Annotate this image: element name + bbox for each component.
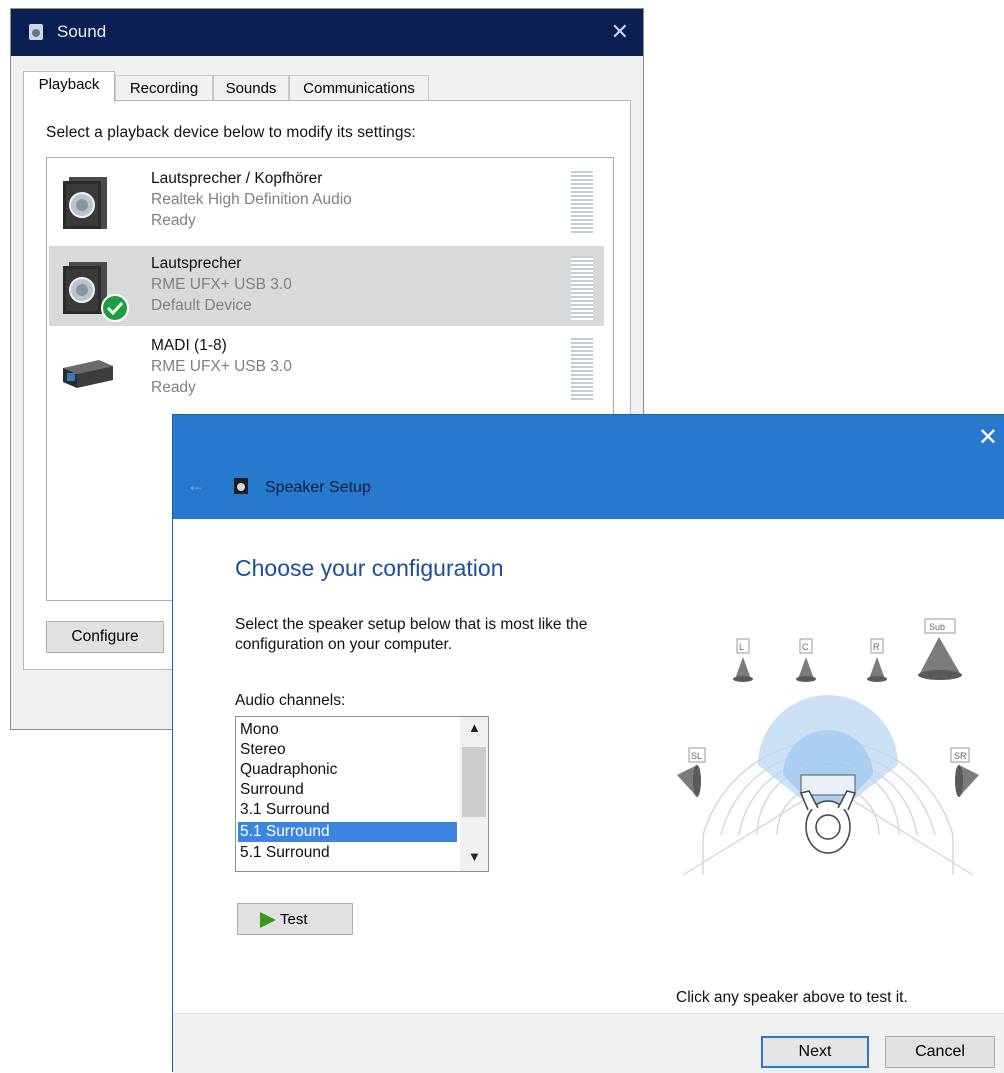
close-icon[interactable]: ✕: [611, 20, 629, 44]
list-item[interactable]: 5.1 Surround: [238, 843, 457, 863]
speaker-sr-label: SR: [954, 751, 967, 761]
device-row[interactable]: Lautsprecher RME UFX+ USB 3.0 Default De…: [49, 246, 604, 326]
tab-recording[interactable]: Recording: [115, 75, 213, 101]
speaker-diagram: L C R Sub SL SR: [677, 618, 979, 876]
play-icon: [260, 912, 276, 928]
device-description: Realtek High Definition Audio: [151, 191, 352, 208]
tab-communications[interactable]: Communications: [289, 75, 429, 101]
speaker-icon: [63, 177, 107, 229]
list-item[interactable]: Quadraphonic: [238, 760, 457, 780]
device-row[interactable]: MADI (1-8) RME UFX+ USB 3.0 Ready: [49, 328, 604, 408]
device-description: RME UFX+ USB 3.0: [151, 276, 292, 293]
test-button[interactable]: Test: [237, 903, 353, 935]
test-hint: Click any speaker above to test it.: [676, 989, 908, 1006]
device-description: RME UFX+ USB 3.0: [151, 358, 292, 375]
cancel-button[interactable]: Cancel: [885, 1036, 995, 1068]
audio-interface-icon: [63, 360, 113, 388]
speaker-app-icon: [234, 478, 248, 494]
speaker-setup-titlebar[interactable]: ✕ ← Speaker Setup: [173, 415, 1004, 519]
device-status: Ready: [151, 212, 196, 229]
chevron-down-icon[interactable]: ▼: [468, 849, 481, 864]
level-meter: [571, 171, 593, 235]
back-arrow-icon[interactable]: ←: [187, 475, 205, 496]
next-button[interactable]: Next: [761, 1036, 869, 1068]
list-item-selected[interactable]: 5.1 Surround: [238, 822, 457, 842]
scrollbar[interactable]: ▲ ▼: [460, 717, 488, 871]
audio-channels-list[interactable]: Mono Stereo Quadraphonic Surround 3.1 Su…: [235, 716, 489, 872]
device-row[interactable]: Lautsprecher / Kopfhörer Realtek High De…: [49, 161, 604, 241]
tab-playback[interactable]: Playback: [23, 71, 115, 102]
config-instruction: Select the speaker setup below that is m…: [235, 616, 588, 653]
page-title: Choose your configuration: [235, 555, 504, 581]
window-title: Sound: [57, 22, 107, 41]
tab-sounds[interactable]: Sounds: [213, 75, 289, 101]
device-name: Lautsprecher: [151, 255, 242, 272]
speaker-app-icon: [29, 24, 43, 40]
list-item[interactable]: 3.1 Surround: [238, 800, 457, 820]
list-item[interactable]: Surround: [238, 780, 457, 800]
level-meter: [571, 256, 593, 320]
speaker-right-label: R: [873, 642, 880, 652]
sound-titlebar[interactable]: Sound ✕: [11, 9, 643, 56]
test-label: Test: [280, 911, 308, 928]
device-name: MADI (1-8): [151, 337, 227, 354]
dialog-footer: Next Cancel: [173, 1013, 1004, 1073]
speaker-sub-label: Sub: [929, 622, 945, 632]
list-item[interactable]: Stereo: [238, 740, 457, 760]
list-item[interactable]: Mono: [238, 720, 457, 740]
audio-channels-label: Audio channels:: [235, 692, 346, 709]
device-status: Default Device: [151, 297, 252, 314]
configure-button[interactable]: Configure: [46, 621, 164, 653]
speaker-setup-window: ✕ ← Speaker Setup Choose your configurat…: [172, 414, 1004, 1073]
chevron-up-icon[interactable]: ▲: [468, 720, 481, 735]
scrollbar-thumb[interactable]: [462, 747, 486, 817]
device-status: Ready: [151, 379, 196, 396]
device-name: Lautsprecher / Kopfhörer: [151, 170, 323, 187]
panel-instruction: Select a playback device below to modify…: [46, 124, 416, 141]
close-icon[interactable]: ✕: [978, 425, 998, 451]
speaker-center-label: C: [802, 642, 809, 652]
speaker-sl-label: SL: [691, 751, 702, 761]
level-meter: [571, 338, 593, 402]
speaker-left-label: L: [739, 642, 744, 652]
window-title: Speaker Setup: [265, 479, 371, 496]
default-check-icon: [101, 294, 129, 322]
